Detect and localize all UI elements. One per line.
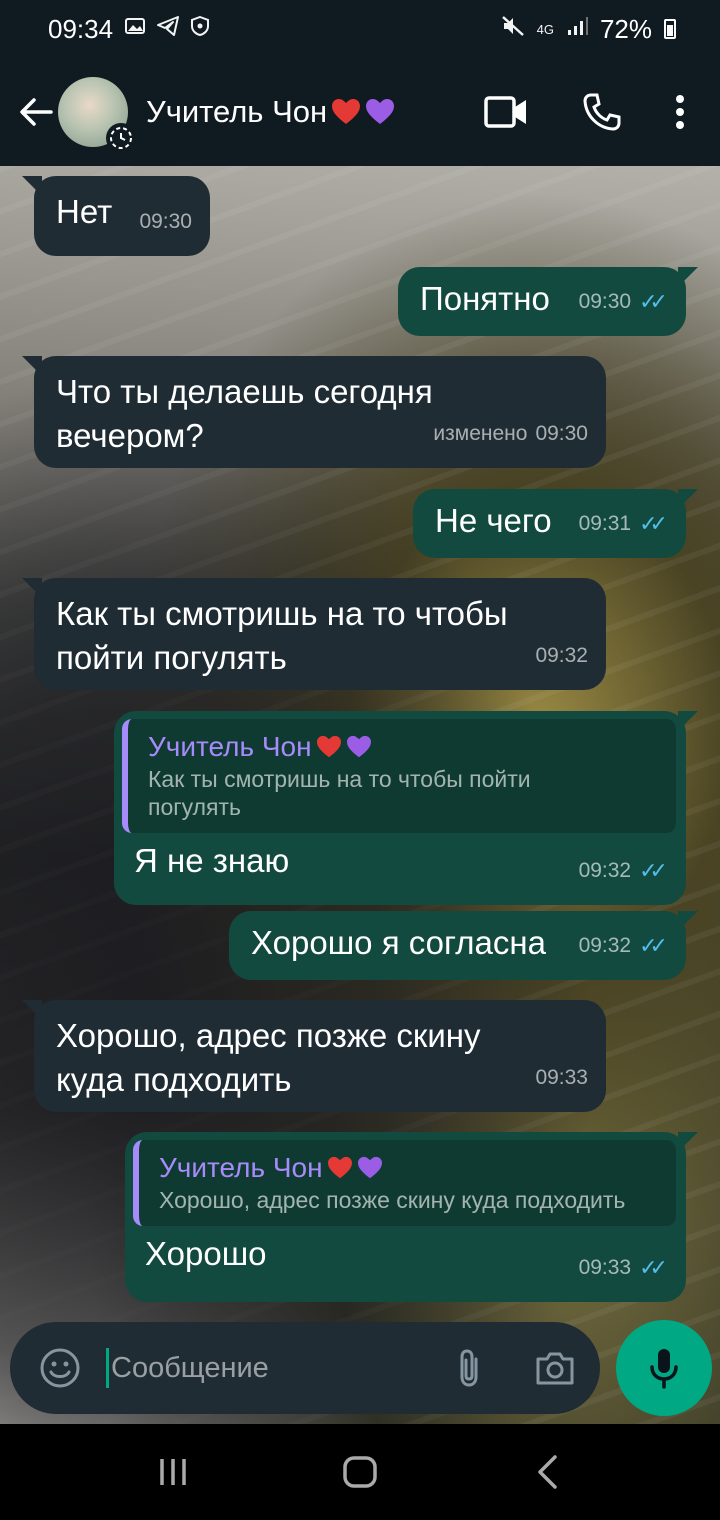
battery-icon [664, 19, 676, 39]
message-text: Хорошо я согласна [251, 924, 546, 961]
camera-button[interactable] [527, 1340, 583, 1396]
home-icon [343, 1456, 377, 1488]
message-time: 09:32 [578, 859, 632, 882]
message-time: 09:33 [578, 1256, 632, 1279]
message-text: Хорошо, адрес позже скину куда подходить [56, 1017, 481, 1098]
more-vertical-icon [676, 95, 684, 129]
purple-heart-icon [357, 1156, 382, 1179]
red-heart-icon [332, 99, 361, 124]
chat-area[interactable]: Нет 09:30 Понятно 09:30 ✓✓ Что ты делаешь… [0, 166, 720, 1424]
quote-text: Как ты смотришь на то чтобы пойти погуля… [148, 766, 531, 820]
red-heart-icon [327, 1156, 352, 1179]
message-incoming[interactable]: Как ты смотришь на то чтобы пойти погуля… [22, 578, 606, 690]
message-time: 09:32 [578, 934, 632, 957]
message-text: Что ты делаешь сегодня вечером? [56, 373, 433, 454]
message-outgoing[interactable]: Не чего 09:31 ✓✓ [413, 489, 698, 558]
read-ticks-icon: ✓✓ [639, 933, 668, 958]
emoji-button[interactable] [30, 1338, 90, 1398]
message-time: 09:30 [535, 422, 588, 445]
shield-icon [191, 15, 210, 42]
message-time: 09:30 [139, 210, 192, 233]
purple-heart-icon [366, 99, 395, 124]
edited-label: изменено [433, 422, 528, 445]
message-outgoing-reply[interactable]: Учитель Чон Хорошо, адрес позже скину ку… [125, 1132, 698, 1302]
network-type-icon: 4G [536, 21, 554, 37]
system-back-button[interactable] [507, 1432, 587, 1512]
contact-name[interactable]: Учитель Чон [146, 94, 478, 130]
message-text: Понятно [420, 280, 550, 317]
video-call-button[interactable] [478, 84, 534, 140]
message-time: 09:30 [578, 290, 632, 313]
home-button[interactable] [320, 1432, 400, 1512]
message-time: 09:33 [535, 1066, 588, 1089]
message-incoming[interactable]: Что ты делаешь сегодня вечером? изменено… [22, 356, 606, 468]
camera-icon [536, 1352, 574, 1385]
gallery-icon [125, 17, 146, 41]
attach-button[interactable] [441, 1340, 497, 1396]
voice-call-button[interactable] [574, 84, 630, 140]
mute-icon [501, 15, 525, 43]
quote-author: Учитель Чон [159, 1152, 323, 1183]
system-navigation-bar [0, 1424, 720, 1520]
message-text: Как ты смотришь на то чтобы пойти погуля… [56, 595, 508, 676]
message-input[interactable] [111, 1351, 441, 1385]
arrow-left-icon [20, 98, 53, 126]
chevron-left-icon [537, 1455, 557, 1489]
read-ticks-icon: ✓✓ [639, 511, 668, 536]
read-ticks-icon: ✓✓ [639, 858, 668, 883]
battery-percent: 72% [599, 13, 652, 44]
recent-apps-button[interactable] [133, 1432, 213, 1512]
video-camera-icon [484, 96, 526, 128]
phone-icon [583, 93, 621, 131]
quote-author: Учитель Чон [148, 731, 312, 762]
text-caret [106, 1348, 109, 1388]
more-options-button[interactable] [670, 84, 690, 140]
read-ticks-icon: ✓✓ [639, 289, 668, 314]
purple-heart-icon [346, 735, 371, 758]
quoted-message[interactable]: Учитель Чон Хорошо, адрес позже скину ку… [133, 1140, 676, 1226]
recent-apps-icon [160, 1459, 187, 1485]
read-ticks-icon: ✓✓ [639, 1255, 668, 1280]
message-composer [10, 1322, 600, 1414]
quoted-message[interactable]: Учитель Чон Как ты смотришь на то чтобы … [122, 719, 676, 833]
status-time: 09:34 [48, 13, 114, 44]
status-bar: 09:34 4G 72% [0, 0, 720, 58]
message-time: 09:32 [535, 644, 588, 667]
paperclip-icon [460, 1349, 478, 1387]
message-time: 09:31 [578, 512, 632, 535]
message-outgoing-reply[interactable]: Учитель Чон Как ты смотришь на то чтобы … [114, 711, 698, 905]
contact-name-text: Учитель Чон [146, 94, 328, 129]
message-text: Не чего [435, 502, 552, 539]
status-ring-icon [106, 123, 136, 153]
telegram-icon [157, 16, 180, 42]
message-outgoing[interactable]: Хорошо я согласна 09:32 ✓✓ [229, 911, 698, 980]
smiley-icon [40, 1348, 80, 1388]
chat-header: Учитель Чон [0, 58, 720, 166]
red-heart-icon [316, 735, 341, 758]
message-outgoing[interactable]: Понятно 09:30 ✓✓ [398, 267, 698, 336]
message-text: Нет [56, 193, 113, 230]
microphone-icon [650, 1349, 678, 1389]
message-incoming[interactable]: Нет 09:30 [22, 176, 210, 256]
avatar[interactable] [58, 77, 136, 153]
quote-text: Хорошо, адрес позже скину куда подходить [159, 1187, 626, 1213]
voice-message-button[interactable] [616, 1320, 712, 1416]
message-incoming[interactable]: Хорошо, адрес позже скину куда подходить… [22, 1000, 606, 1112]
signal-icon [566, 16, 588, 42]
